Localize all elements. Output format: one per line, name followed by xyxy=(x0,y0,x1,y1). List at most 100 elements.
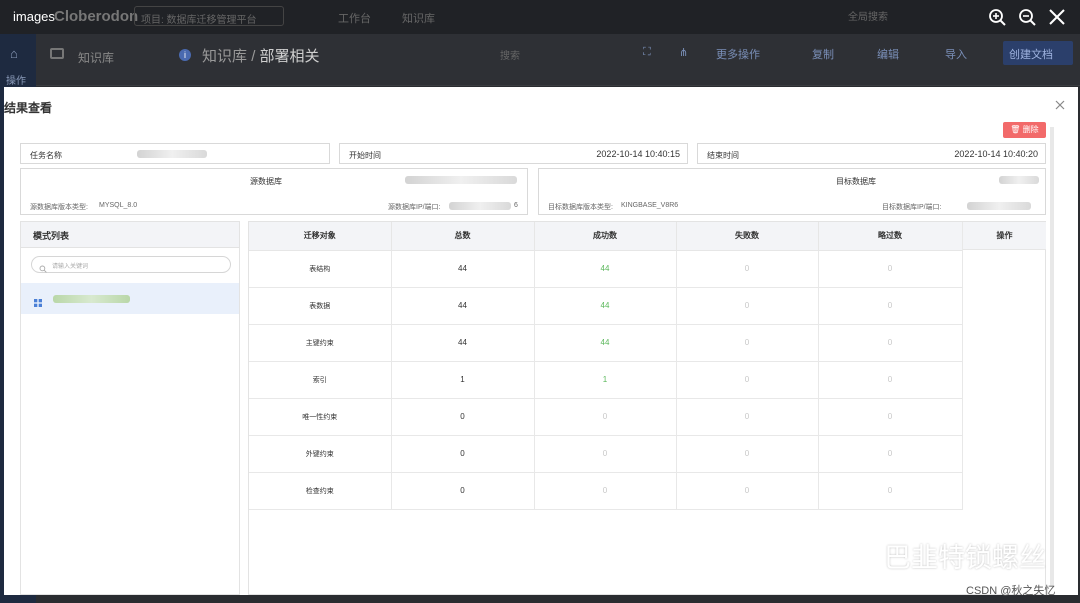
col-header-failed: 失败数 xyxy=(676,222,819,251)
row-object: 唯一性约束 xyxy=(249,398,392,436)
edit-button[interactable]: 编辑 xyxy=(877,46,899,62)
watermark-credit: CSDN @秋之失忆 xyxy=(966,585,1056,597)
table-row: 唯一性约束 0 0 0 0 xyxy=(249,398,963,436)
breadcrumb-current: 部署相关 xyxy=(259,48,320,65)
row-success: 44 xyxy=(534,324,677,362)
table-row: 表数据 44 44 0 0 xyxy=(249,287,963,325)
source-type-value: MYSQL_8.0 xyxy=(99,202,138,209)
dialog-title: 结果查看 xyxy=(4,101,53,115)
row-total: 44 xyxy=(391,250,535,288)
close-viewer-icon[interactable] xyxy=(1046,6,1068,28)
close-icon[interactable] xyxy=(1054,98,1066,110)
trash-icon: 🗑 xyxy=(1010,125,1021,134)
row-total: 0 xyxy=(391,398,535,436)
row-total: 1 xyxy=(391,361,535,399)
row-failed: 0 xyxy=(676,361,819,399)
row-success: 0 xyxy=(534,398,677,436)
row-object: 检查约束 xyxy=(249,472,392,510)
row-object: 索引 xyxy=(249,361,392,399)
share-icon[interactable]: ⋔ xyxy=(679,46,688,59)
row-total: 44 xyxy=(391,324,535,362)
row-failed: 0 xyxy=(676,324,819,362)
doc-search[interactable]: 搜索 xyxy=(500,47,520,62)
start-time-field: 开始时间 2022-10-14 10:40:15 xyxy=(339,143,688,164)
info-icon: i xyxy=(179,49,191,61)
source-db-panel: 源数据库 源数据库版本类型: MYSQL_8.0 源数据库IP/端口: 6 xyxy=(20,168,528,215)
delete-label: 删除 xyxy=(1022,125,1039,134)
row-object: 主键约束 xyxy=(249,324,392,362)
source-type-label: 源数据库版本类型: xyxy=(30,204,88,211)
target-ip-label: 目标数据库IP/端口: xyxy=(882,204,942,211)
copy-button[interactable]: 复制 xyxy=(812,46,834,62)
task-name-redacted xyxy=(137,150,207,158)
row-failed: 0 xyxy=(676,287,819,325)
col-header-object: 迁移对象 xyxy=(249,222,392,251)
source-db-name-redacted xyxy=(405,176,517,184)
breadcrumb-separator: / xyxy=(251,48,256,65)
source-ip-redacted xyxy=(449,202,511,210)
task-name-field: 任务名称 xyxy=(20,143,330,164)
zoom-out-icon[interactable] xyxy=(1016,6,1038,28)
task-name-label: 任务名称 xyxy=(30,151,62,160)
start-time-label: 开始时间 xyxy=(349,151,381,160)
target-type-label: 目标数据库版本类型: xyxy=(548,204,613,211)
row-success: 0 xyxy=(534,435,677,473)
schema-list-title: 模式列表 xyxy=(21,222,239,248)
more-actions-button[interactable]: 更多操作 xyxy=(716,46,760,62)
row-skipped: 0 xyxy=(818,398,963,436)
dialog-scrollbar[interactable] xyxy=(1050,127,1054,587)
row-skipped: 0 xyxy=(818,361,963,399)
knowledge-base-icon xyxy=(50,48,64,59)
row-total: 0 xyxy=(391,472,535,510)
row-total: 44 xyxy=(391,287,535,325)
end-time-field: 结束时间 2022-10-14 10:40:20 xyxy=(697,143,1046,164)
grid-icon xyxy=(34,294,42,307)
schema-name-redacted xyxy=(53,295,130,303)
sidebar-home-icon[interactable]: ⌂ xyxy=(10,46,18,61)
image-viewer-bar: images xyxy=(0,0,1080,34)
target-type-value: KINGBASE_V8R6 xyxy=(621,202,679,209)
start-time-value: 2022-10-14 10:40:15 xyxy=(596,149,680,159)
result-dialog: 结果查看 🗑 删除 任务名称 开始时间 2022-10-14 10:40:15 … xyxy=(4,87,1078,595)
row-skipped: 0 xyxy=(818,250,963,288)
knowledge-base-label[interactable]: 知识库 xyxy=(78,49,114,66)
watermark-text: 巴韭特锁螺丝 xyxy=(884,543,1046,574)
table-row: 索引 1 1 0 0 xyxy=(249,361,963,399)
row-object: 表结构 xyxy=(249,250,392,288)
row-object: 外键约束 xyxy=(249,435,392,473)
breadcrumb-root[interactable]: 知识库 xyxy=(202,48,247,65)
source-db-title: 源数据库 xyxy=(250,177,282,186)
row-success: 1 xyxy=(534,361,677,399)
row-success: 44 xyxy=(534,250,677,288)
col-header-success: 成功数 xyxy=(534,222,677,251)
row-failed: 0 xyxy=(676,398,819,436)
import-button[interactable]: 导入 xyxy=(945,46,967,62)
table-row: 外键约束 0 0 0 0 xyxy=(249,435,963,473)
search-icon xyxy=(39,260,47,273)
schema-search-input[interactable]: 请输入关键词 xyxy=(31,256,231,273)
table-row: 表结构 44 44 0 0 xyxy=(249,250,963,288)
row-failed: 0 xyxy=(676,435,819,473)
row-success: 0 xyxy=(534,472,677,510)
table-header-row: 迁移对象 总数 成功数 失败数 略过数 xyxy=(249,222,963,251)
row-skipped: 0 xyxy=(818,472,963,510)
fullscreen-icon[interactable]: ⛶ xyxy=(643,46,651,59)
create-doc-button[interactable]: 创建文档 xyxy=(1003,41,1073,65)
target-db-name-redacted xyxy=(999,176,1039,184)
sidebar-label[interactable]: 操作 xyxy=(6,72,26,87)
row-skipped: 0 xyxy=(818,435,963,473)
end-time-label: 结束时间 xyxy=(707,151,739,160)
doc-toolbar xyxy=(36,34,1080,86)
delete-button[interactable]: 🗑 删除 xyxy=(1003,122,1046,138)
actions-column: 操作 xyxy=(962,222,1046,509)
target-ip-redacted xyxy=(967,202,1031,210)
table-row: 检查约束 0 0 0 0 xyxy=(249,472,963,510)
breadcrumb: 知识库 / 部署相关 xyxy=(202,45,320,66)
col-header-actions: 操作 xyxy=(963,222,1046,250)
table-row: 主键约束 44 44 0 0 xyxy=(249,324,963,362)
schema-list-item[interactable] xyxy=(21,283,239,314)
row-failed: 0 xyxy=(676,250,819,288)
row-skipped: 0 xyxy=(818,324,963,362)
row-object: 表数据 xyxy=(249,287,392,325)
zoom-in-icon[interactable] xyxy=(986,6,1008,28)
